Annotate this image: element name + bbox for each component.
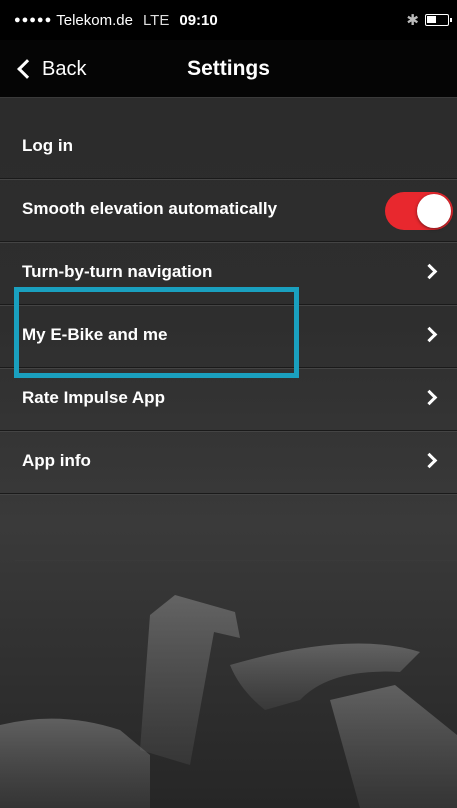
settings-item-my-ebike[interactable]: My E-Bike and me (0, 305, 457, 368)
bluetooth-icon: ✱ (406, 12, 419, 29)
page-title: Settings (187, 57, 270, 80)
chevron-right-icon (421, 263, 438, 280)
settings-item-rate-app[interactable]: Rate Impulse App (0, 368, 457, 431)
settings-item-label: Rate Impulse App (22, 388, 165, 407)
smooth-elevation-toggle[interactable] (385, 192, 453, 230)
battery-icon (425, 14, 452, 26)
settings-item-label: My E-Bike and me (22, 325, 168, 344)
settings-item-label: Smooth elevation automatically (22, 199, 278, 218)
status-bar: ●●●●● Telekom.de LTE 09:10 ✱ (0, 0, 457, 40)
chevron-right-icon (421, 452, 438, 469)
chevron-right-icon (421, 389, 438, 406)
settings-list: Log in Smooth elevation automatically Tu… (0, 116, 457, 494)
carrier-name: Telekom.de (56, 11, 133, 29)
navigation-bar: Back Settings (0, 40, 457, 98)
network-type: LTE (142, 11, 170, 29)
chevron-right-icon (421, 326, 438, 343)
settings-item-label: Turn-by-turn navigation (22, 262, 213, 281)
signal-strength-icon: ●●●●● (14, 14, 53, 26)
settings-item-smooth-elevation: Smooth elevation automatically (0, 179, 457, 242)
status-time: 09:10 (179, 11, 218, 29)
background-tools-graphic (0, 560, 457, 808)
phone-screen: ●●●●● Telekom.de LTE 09:10 ✱ Back Settin… (0, 0, 457, 808)
settings-item-label: Log in (22, 136, 73, 155)
toggle-knob (417, 194, 451, 228)
settings-item-turn-by-turn[interactable]: Turn-by-turn navigation (0, 242, 457, 305)
settings-item-log-in[interactable]: Log in (0, 116, 457, 179)
settings-item-label: App info (22, 451, 91, 470)
settings-item-app-info[interactable]: App info (0, 431, 457, 494)
